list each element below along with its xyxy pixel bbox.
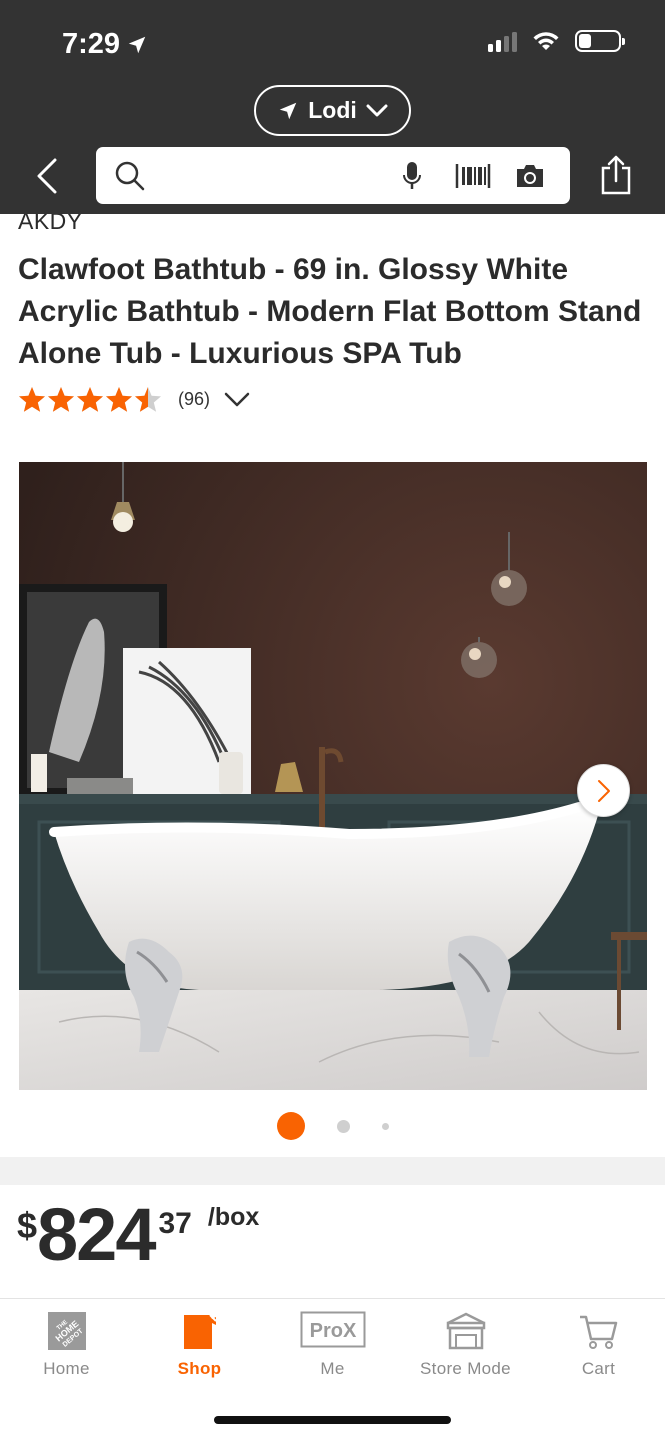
location-arrow-icon: [279, 102, 297, 119]
star-icon: [106, 387, 132, 412]
price-unit: /box: [207, 1203, 260, 1231]
share-icon[interactable]: [598, 155, 634, 195]
home-indicator[interactable]: [214, 1416, 451, 1424]
nav-store-mode-label: Store Mode: [420, 1359, 511, 1378]
carousel-dot[interactable]: [381, 1122, 389, 1130]
product-price: $ 824 37 /box: [17, 1197, 259, 1273]
status-icons: [488, 30, 625, 52]
carousel-dot[interactable]: [276, 1112, 305, 1140]
nav-cart-label: Cart: [581, 1359, 616, 1378]
app-header: 7:29 Lodi: [0, 0, 665, 214]
star-icon: [135, 387, 161, 412]
product-rating[interactable]: (96): [18, 386, 250, 413]
star-icon: [77, 387, 103, 412]
review-count: (96): [178, 389, 211, 409]
nav-home[interactable]: THE HOME DEPOT Home: [0, 1311, 133, 1379]
chevron-down-icon: [366, 104, 388, 116]
camera-icon[interactable]: [514, 163, 546, 189]
svg-text:ProX: ProX: [309, 1320, 356, 1342]
status-time: 7:29: [62, 28, 148, 61]
battery-icon: [575, 30, 625, 52]
nav-shop[interactable]: Shop: [133, 1311, 266, 1379]
carousel-dot[interactable]: [336, 1119, 350, 1133]
product-brand[interactable]: AKDY: [18, 214, 83, 235]
cart-icon: [579, 1315, 617, 1349]
location-label: Lodi: [308, 97, 357, 123]
shop-bucket-icon: [183, 1314, 217, 1349]
price-cents: 37: [158, 1207, 192, 1240]
barcode-scan-icon[interactable]: [455, 162, 491, 190]
nav-shop-label: Shop: [177, 1359, 222, 1378]
microphone-icon[interactable]: [402, 161, 422, 191]
store-location-button[interactable]: Lodi: [254, 85, 411, 136]
next-image-button[interactable]: [577, 764, 630, 817]
product-title: Clawfoot Bathtub - 69 in. Glossy White A…: [18, 253, 642, 370]
chevron-down-icon: [224, 392, 250, 406]
price-currency: $: [17, 1205, 38, 1246]
status-time-text: 7:29: [62, 28, 121, 60]
location-arrow-icon: [128, 36, 146, 53]
nav-home-label: Home: [43, 1359, 90, 1378]
prox-icon: ProX: [300, 1311, 365, 1348]
star-icon: [19, 387, 45, 412]
search-input[interactable]: [156, 157, 436, 194]
nav-store-mode[interactable]: Store Mode: [399, 1311, 532, 1379]
star-icon: [48, 387, 74, 412]
search-icon: [115, 161, 145, 191]
product-card: AKDY Clawfoot Bathtub - 69 in. Glossy Wh…: [0, 214, 665, 1157]
store-icon: [446, 1312, 485, 1350]
chevron-left-icon: [37, 158, 57, 194]
price-dollars: 824: [37, 1193, 156, 1276]
wifi-icon: [533, 32, 559, 50]
star-rating: [18, 386, 162, 413]
nav-me[interactable]: ProX Me: [266, 1311, 399, 1379]
product-image[interactable]: [19, 462, 647, 1090]
back-button[interactable]: [30, 152, 64, 200]
carousel-dots: [0, 1112, 665, 1140]
home-depot-logo-icon: THE HOME DEPOT: [47, 1312, 86, 1350]
chevron-right-icon: [597, 779, 610, 802]
price-section: $ 824 37 /box: [0, 1185, 665, 1298]
nav-me-label: Me: [320, 1359, 345, 1378]
bathtub-photo: [19, 462, 647, 1090]
nav-cart[interactable]: Cart: [532, 1311, 665, 1379]
cell-signal-icon: [488, 30, 517, 52]
search-bar[interactable]: [96, 147, 570, 204]
